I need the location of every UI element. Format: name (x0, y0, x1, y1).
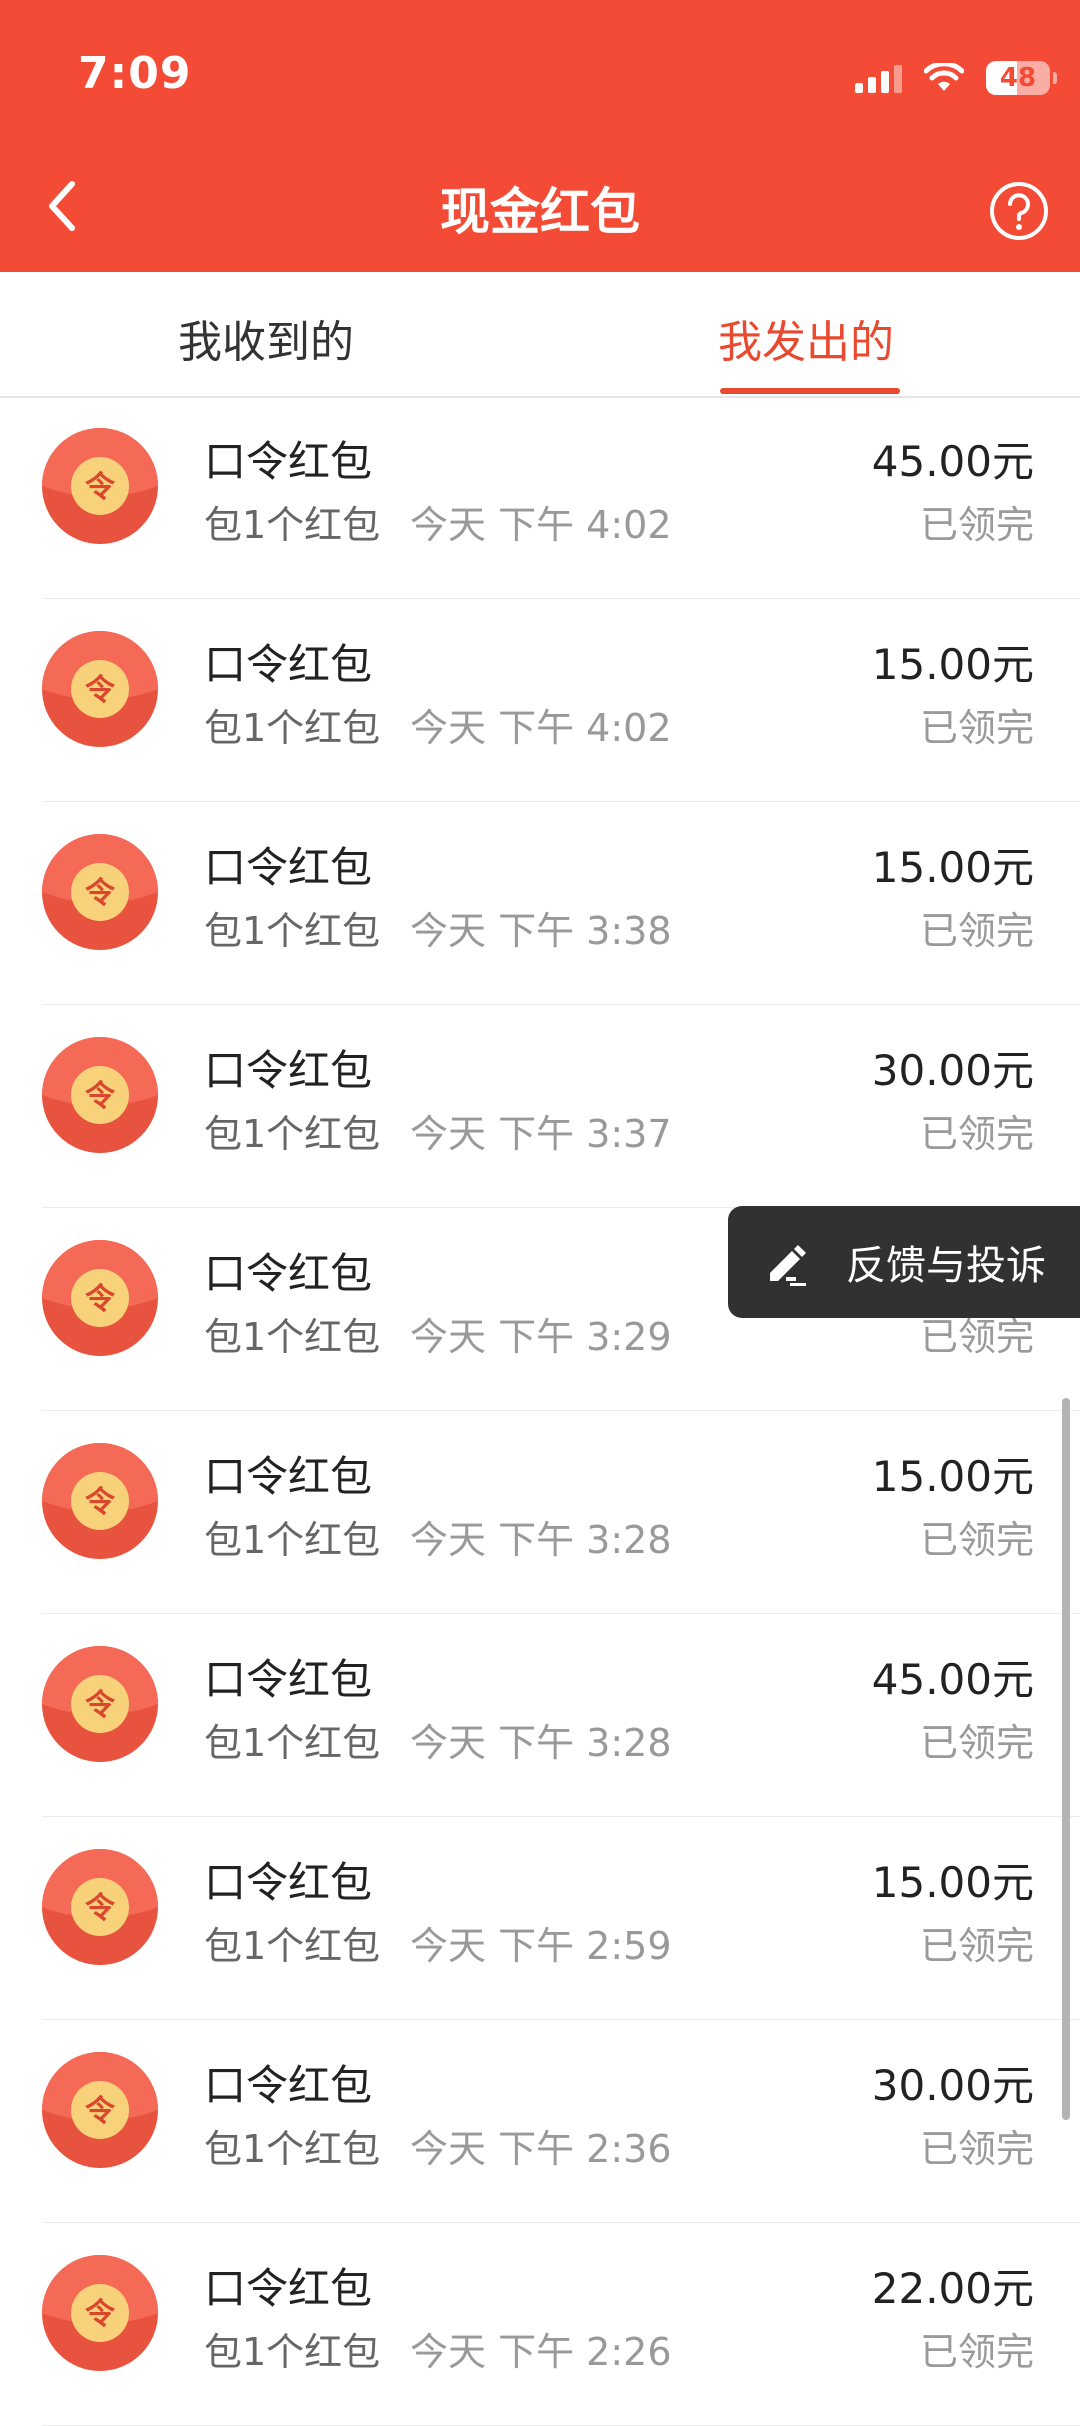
record-amount: 45.00元 (871, 1655, 1034, 1704)
record-status: 已领完 (919, 2127, 1034, 2171)
record-time: 今天 下午 4:02 (410, 706, 672, 750)
scrollbar[interactable] (1062, 1398, 1070, 2120)
question-circle-icon[interactable] (988, 180, 1050, 242)
record-count: 包1个红包 (204, 706, 381, 750)
record-count: 包1个红包 (204, 909, 381, 953)
feedback-button[interactable]: 反馈与投诉 (728, 1206, 1080, 1318)
record-amount: 30.00元 (871, 2061, 1034, 2110)
red-envelope-icon: 令 (42, 1037, 158, 1153)
record-time: 今天 下午 2:26 (410, 2330, 672, 2374)
list-item[interactable]: 令 口令红包 包1个红包 今天 下午 4:02 45.00元 已领完 (42, 396, 1080, 599)
envelope-seal-glyph: 令 (85, 1282, 116, 1317)
record-amount: 15.00元 (871, 843, 1034, 892)
record-time: 今天 下午 3:28 (410, 1518, 672, 1562)
active-tab-indicator (720, 388, 900, 394)
record-time: 今天 下午 3:38 (410, 909, 672, 953)
record-time: 今天 下午 2:36 (410, 2127, 672, 2171)
record-title: 口令红包 (204, 1046, 373, 1095)
red-envelope-icon: 令 (42, 1240, 158, 1356)
record-time: 今天 下午 3:37 (410, 1112, 672, 1156)
status-time: 7:09 (78, 48, 192, 99)
tab-sent[interactable]: 我发出的 (718, 306, 894, 370)
tab-bar: 我收到的 我发出的 (0, 272, 1080, 398)
record-status: 已领完 (919, 1112, 1034, 1156)
record-amount: 15.00元 (871, 1452, 1034, 1501)
red-envelope-icon: 令 (42, 631, 158, 747)
list-item[interactable]: 令 口令红包 包1个红包 今天 下午 3:28 45.00元 已领完 (42, 1614, 1080, 1817)
record-time: 今天 下午 4:02 (410, 503, 672, 547)
record-count: 包1个红包 (204, 1315, 381, 1359)
list-item[interactable]: 令 口令红包 包1个红包 今天 下午 3:37 30.00元 已领完 (42, 1005, 1080, 1208)
record-amount: 45.00元 (871, 437, 1034, 486)
cellular-signal-icon (855, 63, 902, 93)
list-item[interactable]: 令 口令红包 包1个红包 今天 下午 3:28 15.00元 已领完 (42, 1411, 1080, 1614)
record-count: 包1个红包 (204, 1721, 381, 1765)
record-amount: 30.00元 (871, 1046, 1034, 1095)
record-title: 口令红包 (204, 2061, 373, 2110)
record-time: 今天 下午 3:28 (410, 1721, 672, 1765)
red-envelope-icon: 令 (42, 834, 158, 950)
edit-pen-icon (770, 1245, 806, 1286)
record-count: 包1个红包 (204, 2127, 381, 2171)
record-title: 口令红包 (204, 1858, 373, 1907)
record-count: 包1个红包 (204, 503, 381, 547)
record-title: 口令红包 (204, 1249, 373, 1298)
feedback-label: 反馈与投诉 (846, 1243, 1046, 1289)
list-item[interactable]: 令 口令红包 包1个红包 今天 下午 2:36 30.00元 已领完 (42, 2020, 1080, 2223)
record-title: 口令红包 (204, 1452, 373, 1501)
record-title: 口令红包 (204, 843, 373, 892)
red-envelope-icon: 令 (42, 428, 158, 544)
list-item[interactable]: 令 口令红包 包1个红包 今天 下午 4:02 15.00元 已领完 (42, 599, 1080, 802)
wifi-icon (924, 63, 964, 91)
red-envelope-icon: 令 (42, 1849, 158, 1965)
battery-icon: 48 (986, 61, 1057, 95)
list-item[interactable]: 令 口令红包 包1个红包 今天 下午 3:38 15.00元 已领完 (42, 802, 1080, 1005)
record-title: 口令红包 (204, 2264, 373, 2313)
record-title: 口令红包 (204, 640, 373, 689)
envelope-seal-glyph: 令 (85, 470, 116, 505)
header-bar: 7:09 48 现金红包 (0, 0, 1080, 272)
list-item[interactable]: 令 口令红包 包1个红包 今天 下午 2:26 22.00元 已领完 (42, 2223, 1080, 2426)
record-count: 包1个红包 (204, 2330, 381, 2374)
red-envelope-icon: 令 (42, 2052, 158, 2168)
envelope-seal-glyph: 令 (85, 673, 116, 708)
battery-percent: 48 (999, 63, 1037, 93)
record-status: 已领完 (919, 503, 1034, 547)
record-title: 口令红包 (204, 437, 373, 486)
envelope-seal-glyph: 令 (85, 1891, 116, 1926)
red-envelope-icon: 令 (42, 1646, 158, 1762)
envelope-seal-glyph: 令 (85, 1485, 116, 1520)
envelope-seal-glyph: 令 (85, 2094, 116, 2129)
red-envelope-icon: 令 (42, 1443, 158, 1559)
envelope-seal-glyph: 令 (85, 1688, 116, 1723)
record-time: 今天 下午 3:29 (410, 1315, 672, 1359)
red-envelope-icon: 令 (42, 2255, 158, 2371)
page-title: 现金红包 (440, 183, 640, 241)
record-title: 口令红包 (204, 1655, 373, 1704)
record-amount: 15.00元 (871, 640, 1034, 689)
record-amount: 22.00元 (871, 2264, 1034, 2313)
record-time: 今天 下午 2:59 (410, 1924, 672, 1968)
status-icons: 48 (855, 56, 1057, 100)
envelope-seal-glyph: 令 (85, 876, 116, 911)
record-status: 已领完 (919, 1924, 1034, 1968)
record-amount: 15.00元 (871, 1858, 1034, 1907)
list-item[interactable]: 令 口令红包 包1个红包 今天 下午 2:59 15.00元 已领完 (42, 1817, 1080, 2020)
envelope-seal-glyph: 令 (85, 2297, 116, 2332)
envelope-seal-glyph: 令 (85, 1079, 116, 1114)
record-status: 已领完 (919, 909, 1034, 953)
record-list: 令 口令红包 包1个红包 今天 下午 4:02 45.00元 已领完 令 口令红… (0, 396, 1080, 2426)
record-count: 包1个红包 (204, 1112, 381, 1156)
record-status: 已领完 (919, 2330, 1034, 2374)
record-status: 已领完 (919, 1518, 1034, 1562)
record-count: 包1个红包 (204, 1924, 381, 1968)
record-status: 已领完 (919, 1721, 1034, 1765)
record-count: 包1个红包 (204, 1518, 381, 1562)
record-status: 已领完 (919, 706, 1034, 750)
tab-received[interactable]: 我收到的 (178, 306, 354, 370)
